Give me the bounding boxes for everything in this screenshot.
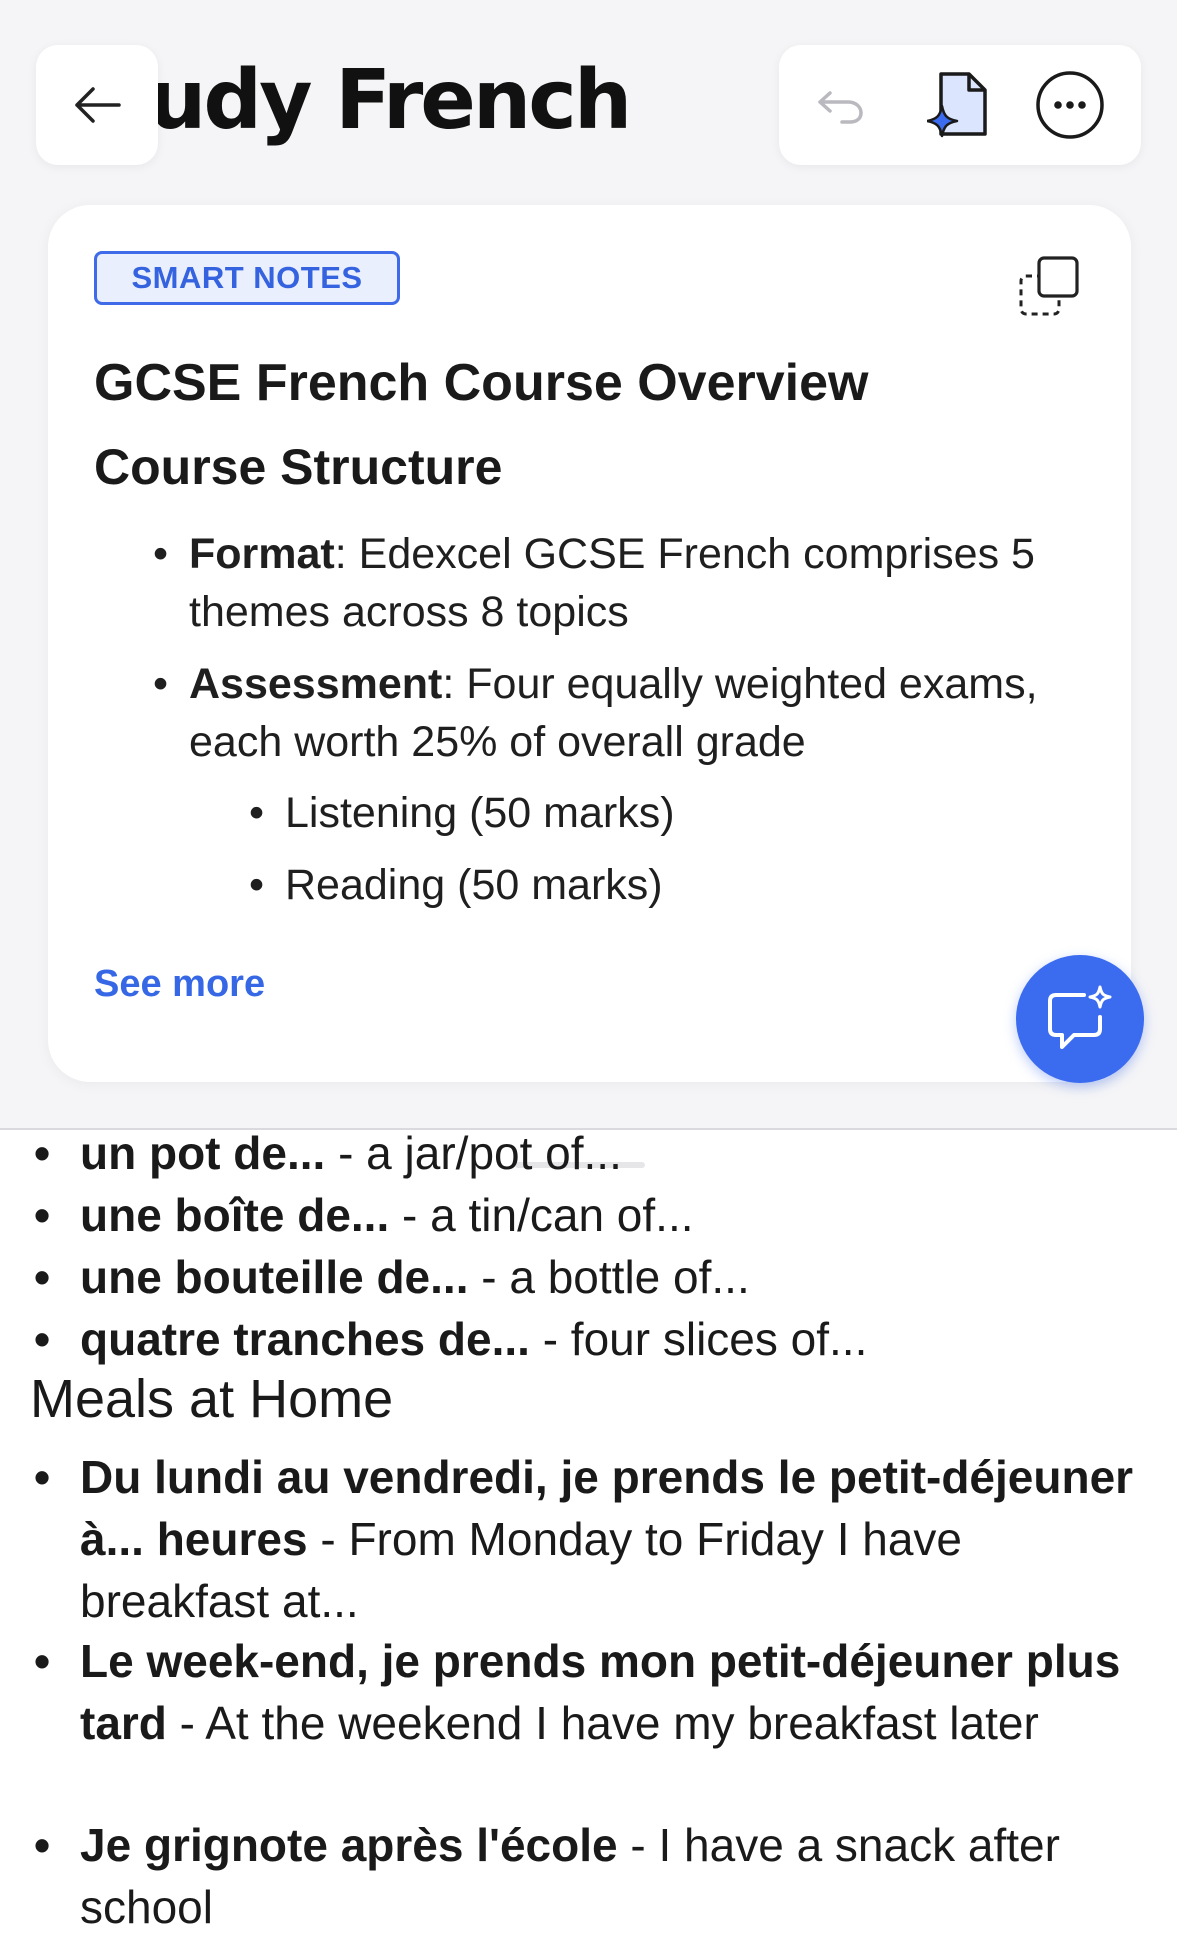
list-item: • une boîte de... - a tin/can of... — [34, 1189, 694, 1241]
smart-notes-badge: SMART NOTES — [94, 251, 400, 305]
more-horizontal-icon — [1036, 71, 1104, 139]
ai-chat-icon — [1048, 985, 1112, 1049]
arrow-left-icon — [75, 87, 121, 123]
ai-document-button[interactable] — [910, 45, 1010, 165]
list-item: • quatre tranches de... - four slices of.… — [34, 1313, 868, 1365]
list-item: • Le week-end, je prends mon petit-déjeun… — [34, 1635, 1121, 1749]
undo-button[interactable] — [791, 45, 891, 165]
notes-title: GCSE French Course Overview — [94, 354, 869, 412]
section-heading: Course Structure — [94, 439, 503, 495]
list-item: • un pot de... - a jar/pot of... — [34, 1128, 622, 1179]
section-heading-meals: Meals at Home — [30, 1369, 394, 1429]
ai-chat-button[interactable] — [1016, 955, 1144, 1083]
ai-document-icon — [927, 72, 987, 138]
back-button[interactable] — [36, 45, 158, 165]
undo-icon — [818, 91, 863, 124]
document-view: • un pot de... - a jar/pot of... • une boî… — [0, 1128, 1177, 1937]
toolbar — [779, 45, 1141, 165]
page-title: udy French — [148, 53, 632, 148]
see-more-link[interactable]: See more — [94, 963, 265, 1006]
copy-button[interactable] — [1010, 245, 1090, 325]
bullet-item: • Assessment: Four equally weighted exam… — [153, 660, 1038, 766]
sub-bullet-item: • Listening (50 marks) — [249, 789, 675, 837]
list-item: • une bouteille de... - a bottle of... — [34, 1251, 750, 1303]
sub-bullet-item: • Reading (50 marks) — [249, 861, 663, 909]
list-item: • Je grignote après l'école - I have a sn… — [34, 1819, 1060, 1933]
bullet-item: • Format: Edexcel GCSE French comprises … — [153, 530, 1035, 636]
copy-icon — [1019, 256, 1079, 316]
smart-notes-card: SMART NOTES GCSE French Course Overview … — [48, 205, 1131, 1082]
more-button[interactable] — [1020, 45, 1120, 165]
list-item: • Du lundi au vendredi, je prends le peti… — [34, 1451, 1134, 1627]
